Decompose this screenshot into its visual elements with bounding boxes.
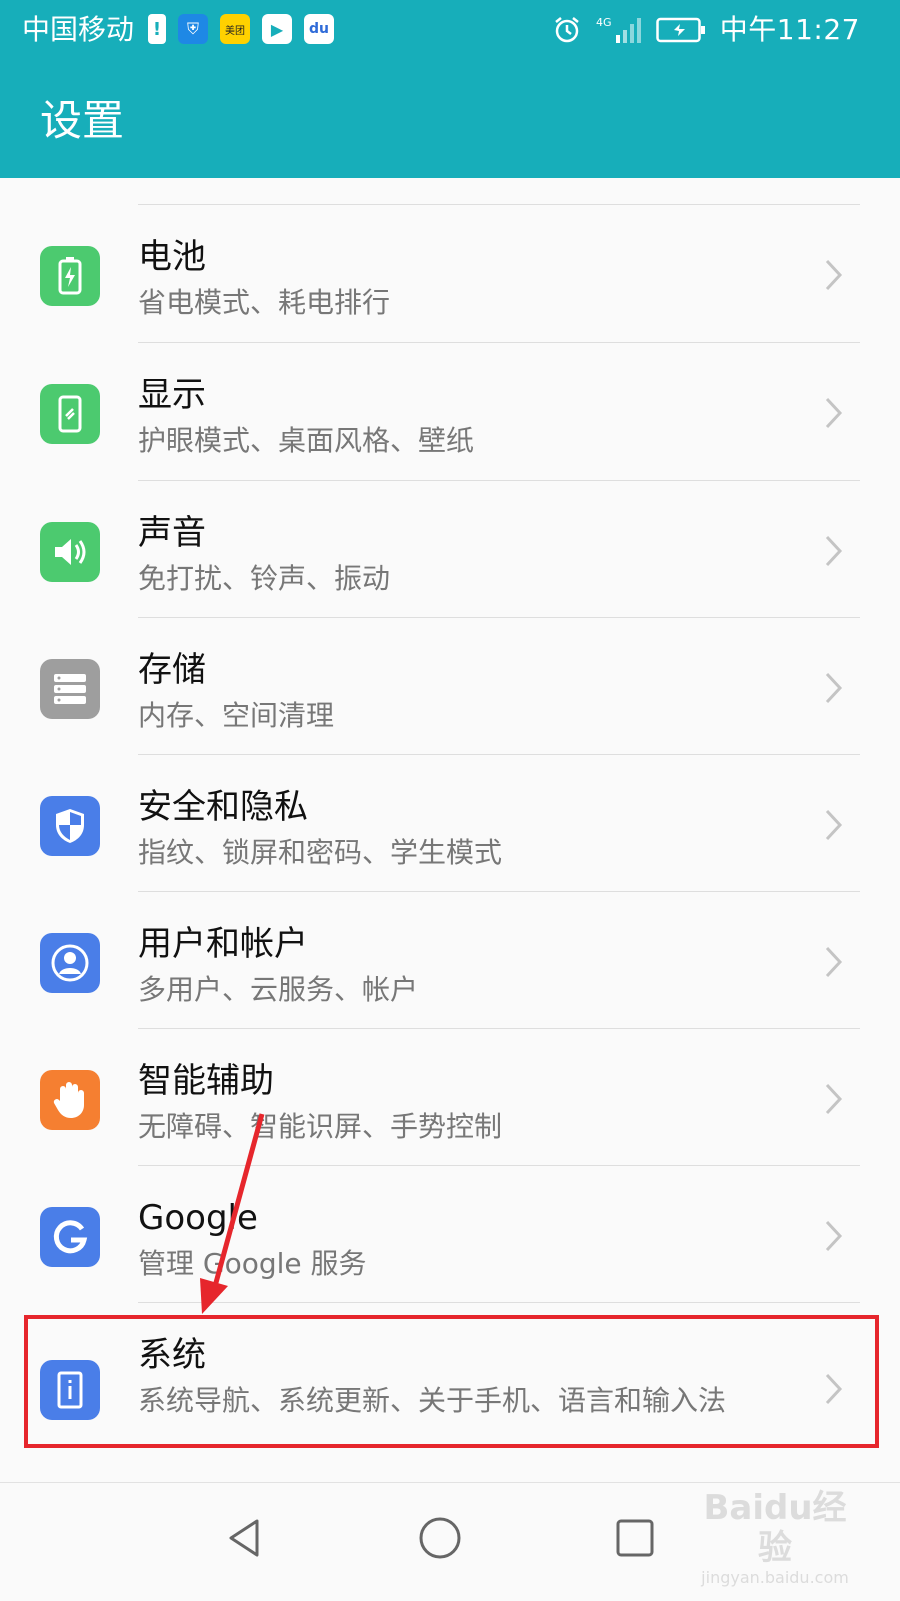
item-title: 用户和帐户 — [138, 924, 308, 964]
page-title: 设置 — [40, 96, 125, 145]
status-bar: 中国移动 ! ⛨ 美团 ▶ du 4G 中午11:27 — [0, 0, 900, 60]
user-icon — [40, 933, 100, 993]
chevron-right-icon — [816, 257, 852, 293]
item-subtitle: 多用户、云服务、帐户 — [138, 973, 419, 1006]
meituan-app-icon: 美团 — [220, 14, 250, 44]
notification-icons: ! ⛨ 美团 ▶ du — [148, 14, 334, 44]
carrier-name: 中国移动 — [22, 13, 135, 46]
google-icon — [40, 1207, 100, 1267]
settings-item-system[interactable]: 系统 系统导航、系统更新、关于手机、语言和输入法 — [0, 1303, 900, 1463]
item-title: 声音 — [138, 513, 206, 553]
settings-item-smart-assistance[interactable]: 智能辅助 无障碍、智能识屏、手势控制 — [0, 1029, 900, 1166]
item-title: 电池 — [138, 237, 206, 277]
chevron-right-icon — [816, 395, 852, 431]
video-app-icon: ▶ — [262, 14, 292, 44]
status-right: 4G 中午11:27 — [552, 12, 860, 48]
settings-item-security-privacy[interactable]: 安全和隐私 指纹、锁屏和密码、学生模式 — [0, 755, 900, 892]
storage-icon — [40, 659, 100, 719]
clock-time: 中午11:27 — [719, 13, 860, 46]
item-subtitle: 省电模式、耗电排行 — [138, 286, 391, 319]
watermark-url: jingyan.baidu.com — [701, 1568, 849, 1587]
item-subtitle: 内存、空间清理 — [138, 699, 335, 732]
system-info-icon — [40, 1360, 100, 1420]
item-title: 系统 — [138, 1335, 206, 1375]
item-subtitle: 免打扰、铃声、振动 — [138, 562, 391, 595]
chevron-right-icon — [816, 670, 852, 706]
item-subtitle: 系统导航、系统更新、关于手机、语言和输入法 — [138, 1384, 727, 1417]
item-title: 智能辅助 — [138, 1061, 274, 1101]
back-button[interactable] — [210, 1503, 280, 1573]
settings-item-google[interactable]: Google 管理 Google 服务 — [0, 1166, 900, 1303]
hand-icon — [40, 1070, 100, 1130]
home-button[interactable] — [405, 1503, 475, 1573]
settings-item-sound[interactable]: 声音 免打扰、铃声、振动 — [0, 481, 900, 618]
item-subtitle: 无障碍、智能识屏、手势控制 — [138, 1110, 503, 1143]
item-title: 显示 — [138, 375, 206, 415]
item-subtitle: 护眼模式、桌面风格、壁纸 — [138, 424, 475, 457]
item-title: Google — [138, 1198, 258, 1238]
baidu-jingyan-watermark: Baidu经验 jingyan.baidu.com — [690, 1488, 860, 1587]
baidu-app-icon: du — [304, 14, 334, 44]
item-title: 存储 — [138, 650, 206, 690]
settings-item-storage[interactable]: 存储 内存、空间清理 — [0, 618, 900, 755]
alert-icon: ! — [148, 14, 166, 44]
chevron-right-icon — [816, 1371, 852, 1407]
chevron-right-icon — [816, 1081, 852, 1117]
item-title: 安全和隐私 — [138, 787, 308, 827]
chevron-right-icon — [816, 807, 852, 843]
chevron-right-icon — [816, 533, 852, 569]
battery-charging-icon — [656, 16, 706, 44]
network-type: 4G — [596, 16, 612, 29]
item-subtitle: 指纹、锁屏和密码、学生模式 — [138, 836, 503, 869]
item-subtitle: 管理 Google 服务 — [138, 1247, 367, 1280]
chevron-right-icon — [816, 1218, 852, 1254]
watermark-logo: Baidu经验 — [703, 1488, 847, 1568]
speaker-icon — [40, 522, 100, 582]
shield-icon — [40, 796, 100, 856]
chevron-right-icon — [816, 944, 852, 980]
recent-apps-button[interactable] — [600, 1503, 670, 1573]
settings-item-display[interactable]: 显示 护眼模式、桌面风格、壁纸 — [0, 343, 900, 480]
app-bar: 设置 — [0, 60, 900, 178]
alarm-icon — [552, 15, 582, 45]
display-icon — [40, 384, 100, 444]
settings-item-battery[interactable]: 电池 省电模式、耗电排行 — [0, 205, 900, 342]
signal-icon: 4G — [596, 15, 642, 45]
battery-icon — [40, 246, 100, 306]
security-shield-icon: ⛨ — [178, 14, 208, 44]
settings-item-users-accounts[interactable]: 用户和帐户 多用户、云服务、帐户 — [0, 892, 900, 1029]
